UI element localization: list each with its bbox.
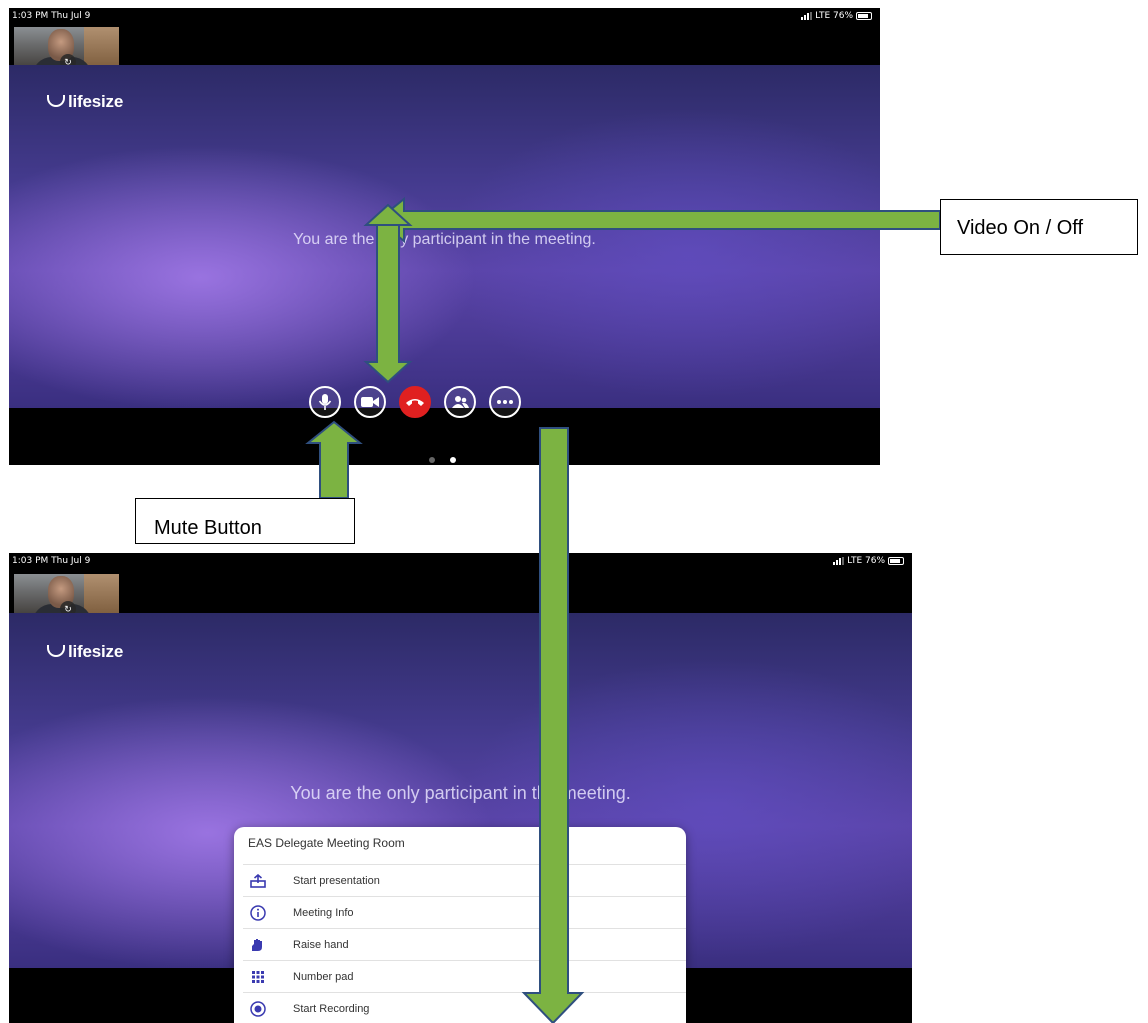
video-toggle-callout: Video On / Off [940, 199, 1138, 255]
video-callout-arrow-icon [376, 196, 941, 244]
mute-callout-arrow-icon [305, 420, 363, 499]
mute-button-callout: Mute Button [135, 498, 355, 544]
more-options-arrow-icon [521, 427, 585, 1023]
video-down-arrow-icon [363, 219, 413, 384]
